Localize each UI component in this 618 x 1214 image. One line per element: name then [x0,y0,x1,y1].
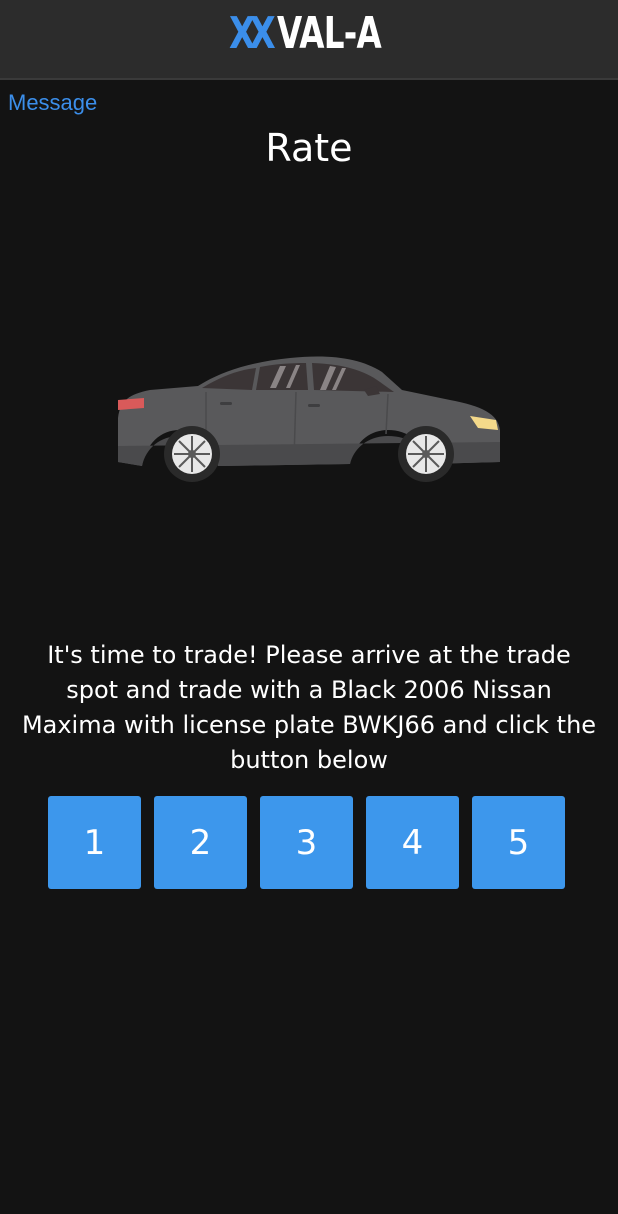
rating-button-row: 1 2 3 4 5 [48,796,568,890]
trade-instruction-text: It's time to trade! Please arrive at the… [21,641,597,774]
rate-button-2[interactable]: 2 [154,796,247,889]
logo-mark: XX [229,8,276,59]
car-rear-wheel [164,426,220,482]
car-icon [118,356,500,482]
top-bar: XX VAL-A [0,0,618,80]
rate-button-4[interactable]: 4 [366,796,459,889]
message-back-link[interactable]: Message [8,90,97,116]
page-title: Rate [265,126,353,170]
logo-text: VAL-A [277,8,382,59]
app-screen: XX VAL-A Message Rate It's time to trade… [0,0,618,1214]
rate-button-1[interactable]: 1 [48,796,141,889]
rate-button-5[interactable]: 5 [472,796,565,889]
car-tail-light [118,398,144,410]
car-front-wheel [398,426,454,482]
app-logo: XX VAL-A [229,6,417,62]
rate-button-3[interactable]: 3 [260,796,353,889]
